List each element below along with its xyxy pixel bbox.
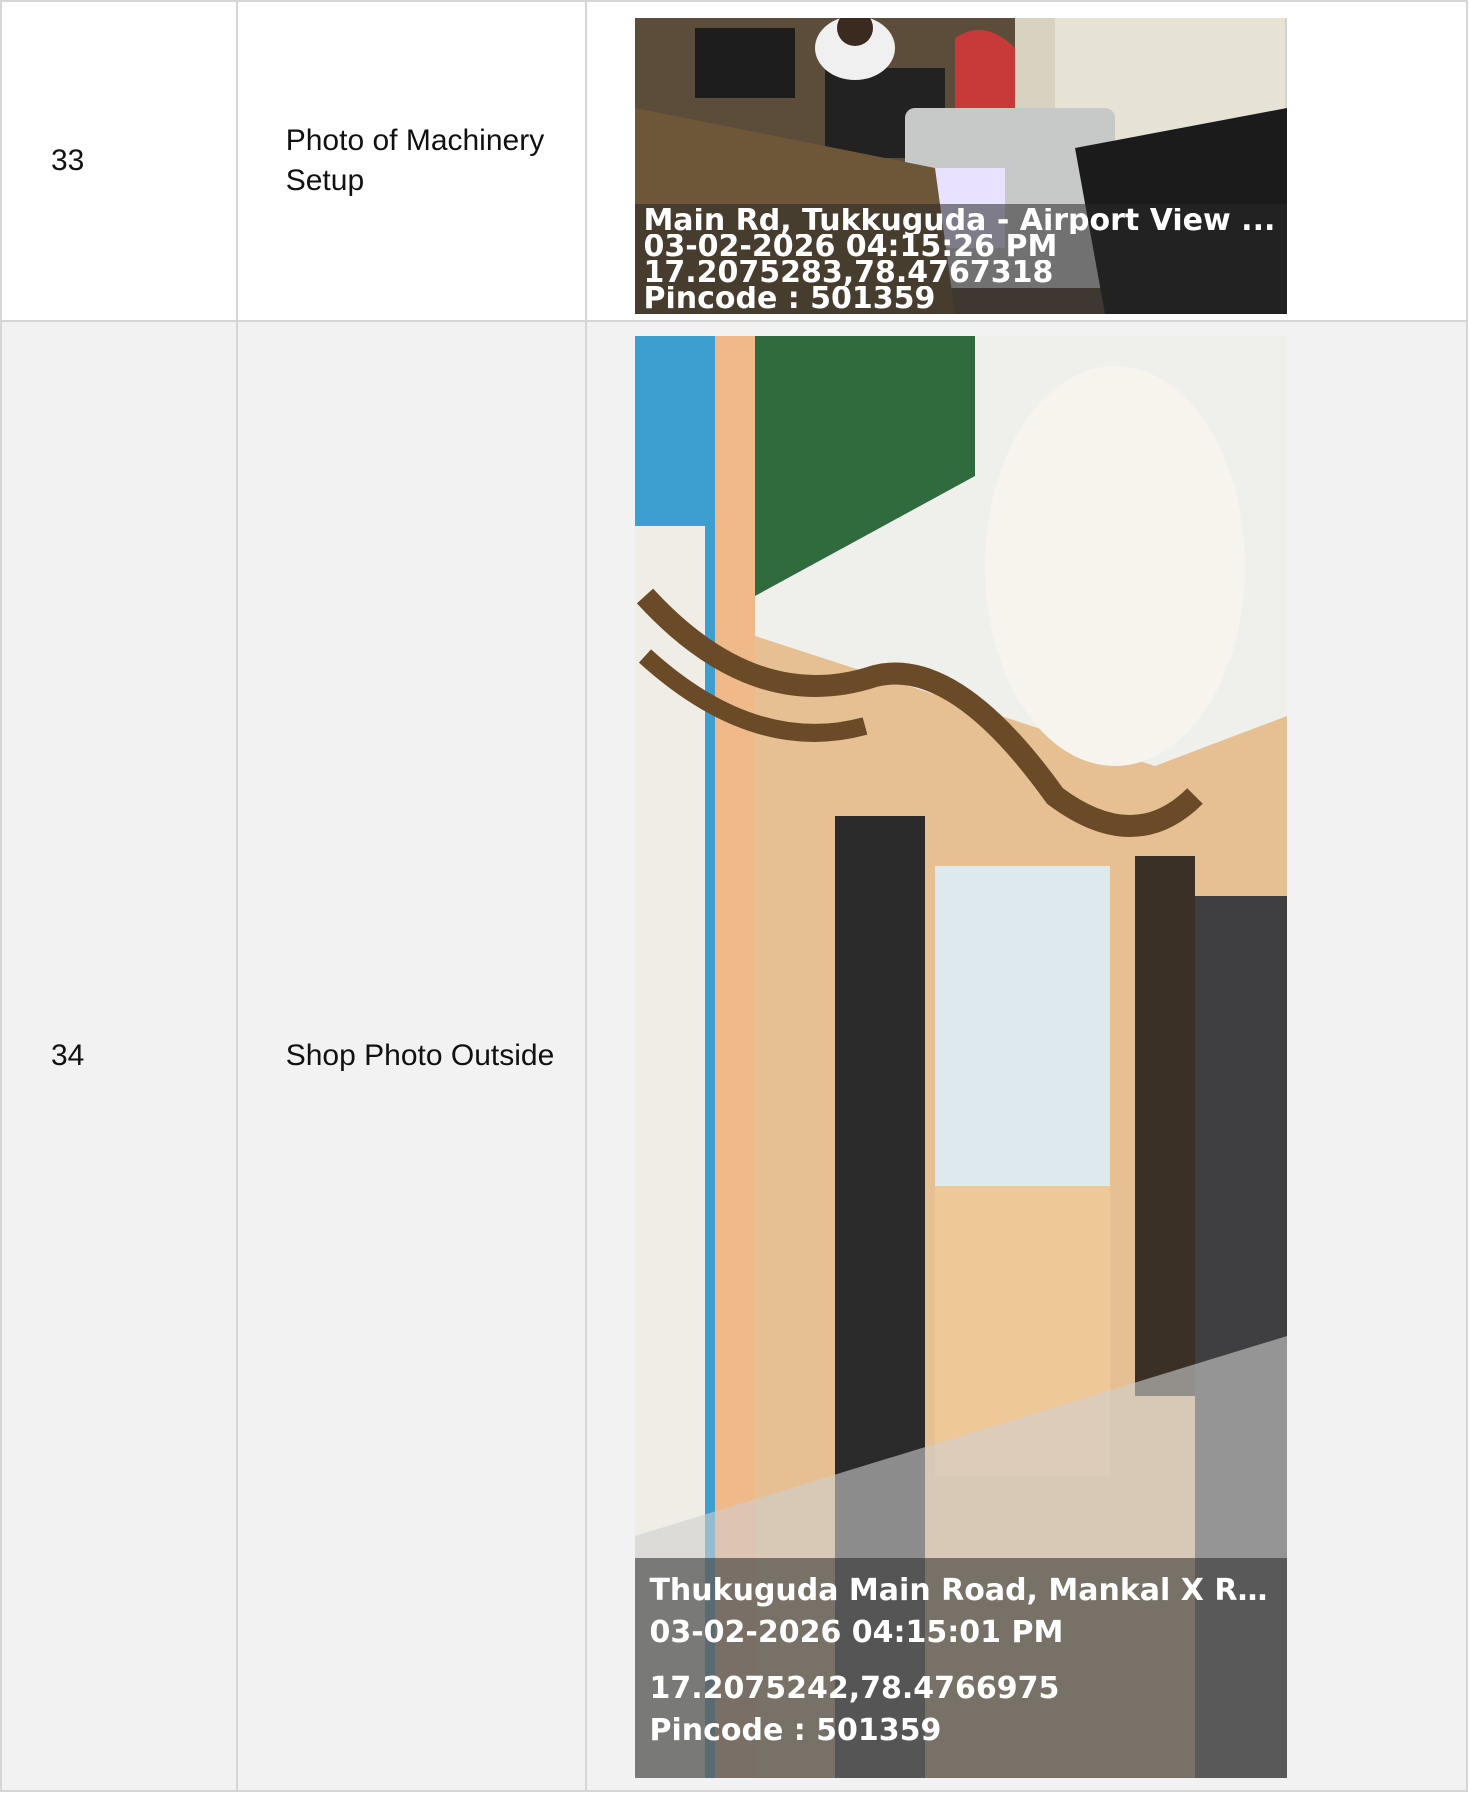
photo-pincode: Pincode : 501359 xyxy=(643,286,936,312)
photo-cell: Main Rd, Tukkuguda - Airport View ... 03… xyxy=(585,0,1468,322)
photo-pincode: Pincode : 501359 xyxy=(649,1713,942,1748)
photo-address: Thukuguda Main Road, Mankal X Road, ... xyxy=(649,1573,1273,1608)
photo-datetime: 03-02-2026 04:15:01 PM xyxy=(649,1615,1064,1650)
photo-coordinates: 17.2075242,78.4766975 xyxy=(649,1671,1060,1706)
photo-geotag-overlay: Main Rd, Tukkuguda - Airport View ... 03… xyxy=(635,204,1288,314)
photo-address: Main Rd, Tukkuguda - Airport View ... xyxy=(643,208,1276,234)
row-label: Shop Photo Outside xyxy=(235,320,588,1792)
row-label: Photo of Machinery Setup xyxy=(235,0,588,322)
table-row: 34 Shop Photo Outside Thukuguda Main Roa… xyxy=(0,320,1468,1792)
photo-table: 33 Photo of Machinery Setup Main Rd, Tuk… xyxy=(0,0,1468,1792)
photo-coordinates: 17.2075283,78.4767318 xyxy=(643,260,1054,286)
row-number: 33 xyxy=(0,0,238,322)
machinery-photo[interactable]: Main Rd, Tukkuguda - Airport View ... 03… xyxy=(635,18,1288,314)
photo-datetime: 03-02-2026 04:15:26 PM xyxy=(643,234,1058,260)
photo-cell: Thukuguda Main Road, Mankal X Road, ... … xyxy=(585,320,1468,1792)
row-number: 34 xyxy=(0,320,238,1792)
table-row: 33 Photo of Machinery Setup Main Rd, Tuk… xyxy=(0,0,1468,322)
photo-geotag-overlay: Thukuguda Main Road, Mankal X Road, ... … xyxy=(635,1558,1288,1778)
shop-outside-photo[interactable]: Thukuguda Main Road, Mankal X Road, ... … xyxy=(635,336,1288,1778)
